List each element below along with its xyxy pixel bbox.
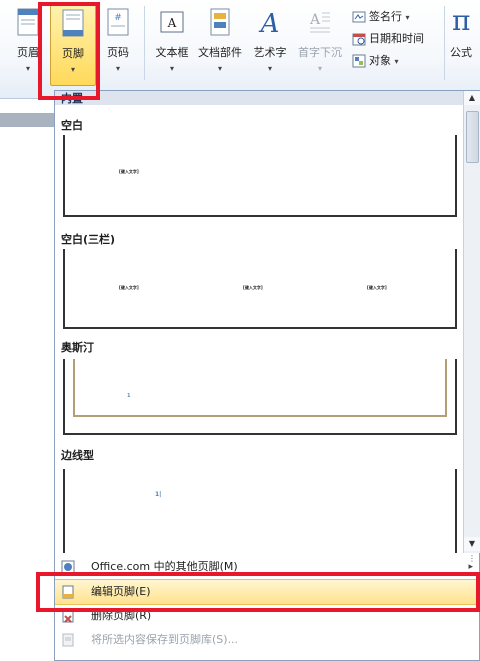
ribbon-separator: [144, 6, 145, 80]
signature-line-button[interactable]: 签名行 ▾: [352, 8, 410, 26]
austin-border: [445, 359, 447, 417]
austin-border: [75, 415, 445, 417]
header-icon: [17, 8, 39, 36]
object-button[interactable]: 对象 ▾: [352, 52, 399, 70]
date-time-button[interactable]: 日期和时间: [352, 30, 424, 48]
gallery-section-header: 内置: [55, 91, 469, 105]
gallery-item-title: 边线型: [61, 449, 94, 462]
calendar-icon: [352, 33, 366, 46]
scroll-thumb[interactable]: [466, 111, 479, 163]
ruler-band: [0, 113, 54, 127]
textbox-button[interactable]: A 文本框 ▾: [150, 4, 194, 84]
ribbon-separator: [444, 6, 445, 80]
page-number-icon: #: [107, 8, 129, 36]
placeholder-text: [键入文字]: [243, 285, 263, 290]
footer-template-sideline[interactable]: 1|: [63, 469, 457, 553]
placeholder-text: [键入文字]: [119, 169, 139, 174]
page-number-mark: 1|: [155, 491, 162, 498]
placeholder-text: [键入文字]: [119, 285, 139, 290]
footer-template-blank[interactable]: [键入文字]: [63, 135, 457, 217]
quick-parts-icon: [210, 8, 230, 36]
page-number-button[interactable]: # 页码 ▾: [96, 4, 140, 84]
equation-button[interactable]: π 公式: [450, 4, 480, 84]
drop-cap-button[interactable]: A 首字下沉 ▾: [298, 4, 342, 84]
drop-cap-icon: A: [309, 12, 330, 33]
svg-text:A: A: [259, 9, 280, 36]
quick-parts-button[interactable]: 文档部件 ▾: [198, 4, 242, 84]
wordart-button[interactable]: A 艺术字 ▾: [248, 4, 292, 84]
gallery-item-title: 空白(三栏): [61, 233, 116, 246]
chevron-down-icon: ▾: [394, 57, 399, 66]
svg-text:A: A: [167, 16, 177, 30]
chevron-down-icon: ▾: [317, 64, 322, 73]
object-icon: [352, 54, 366, 68]
highlight-box: [38, 2, 100, 100]
chevron-down-icon: ▾: [217, 64, 222, 73]
signature-icon: [352, 11, 366, 23]
chevron-down-icon: ▾: [405, 13, 410, 22]
save-to-gallery-icon: [62, 633, 74, 647]
gallery-item-title: 空白: [61, 119, 83, 132]
wordart-icon: A: [259, 9, 280, 36]
chevron-down-icon: ▾: [115, 64, 120, 73]
svg-text:#: #: [114, 13, 122, 23]
chevron-down-icon: ▾: [267, 64, 272, 73]
pi-icon: π: [452, 4, 471, 37]
scroll-down-arrow[interactable]: ▼: [464, 537, 480, 551]
svg-text:A: A: [309, 12, 321, 28]
chevron-down-icon: ▾: [169, 64, 174, 73]
menu-item-save-to-gallery[interactable]: 将所选内容保存到页脚库(S)...: [55, 628, 480, 652]
austin-border: [73, 359, 75, 417]
page-number-mark: 1: [127, 393, 131, 399]
scroll-up-arrow[interactable]: ▲: [464, 91, 480, 105]
footer-template-blank-three-column[interactable]: [键入文字] [键入文字] [键入文字]: [63, 249, 457, 329]
footer-template-austin[interactable]: 1: [63, 359, 457, 435]
gallery-scrollbar[interactable]: ▲ ▼: [463, 91, 480, 553]
textbox-icon: A: [160, 11, 184, 33]
highlight-box: [36, 572, 480, 612]
placeholder-text: [键入文字]: [367, 285, 387, 290]
gallery-item-title: 奥斯汀: [61, 341, 94, 354]
